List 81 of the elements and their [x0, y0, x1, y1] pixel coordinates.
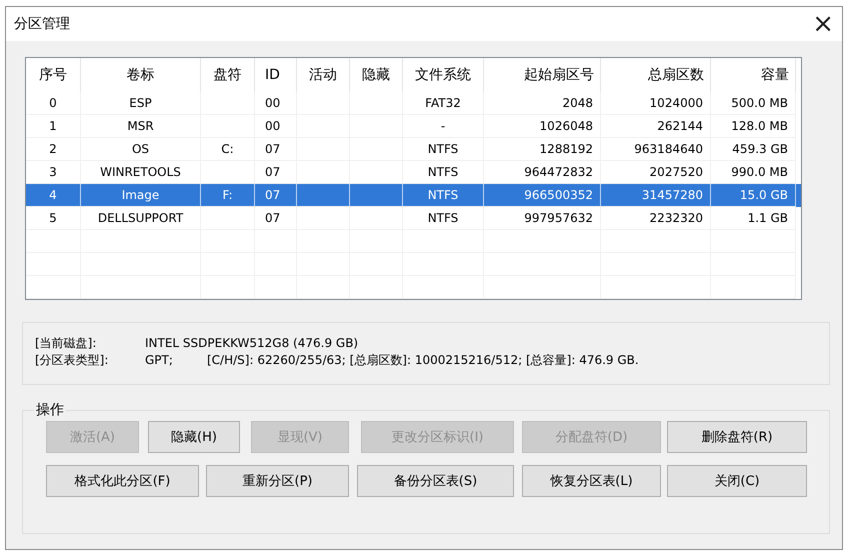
table-cell: - [440, 119, 446, 133]
table-cell: 128.0 MB [731, 119, 788, 133]
table-row[interactable]: 4 Image F: 07 NTFS 966500352 31457280 15.0 GB [26, 184, 801, 207]
action-button[interactable]: 备份分区表(S) [357, 465, 514, 497]
table-cell: WINRETOOLS [100, 165, 181, 179]
info-value: GPT; [145, 352, 174, 369]
table-cell: ESP [129, 96, 152, 110]
empty-cell [26, 276, 81, 299]
table-cell: 0 [49, 96, 57, 110]
empty-cell [26, 253, 81, 276]
empty-cell [201, 276, 255, 299]
table-cell: 00 [265, 96, 280, 110]
column-header[interactable]: ID [255, 58, 297, 92]
table-cell: NTFS [428, 165, 458, 179]
table-cell: 963184640 [634, 142, 703, 156]
info-label: [分区表类型]: [35, 352, 110, 369]
table-cell: MSR [127, 119, 154, 133]
table-cell: 2232320 [650, 211, 703, 225]
table-cell: 1024000 [650, 96, 703, 110]
table-cell: 964472832 [524, 165, 593, 179]
group-title: 操作 [35, 401, 65, 419]
action-button[interactable]: 恢复分区表(L) [522, 465, 661, 497]
column-header[interactable]: 起始扇区号 [484, 58, 601, 92]
empty-cell [297, 276, 350, 299]
empty-cell [255, 276, 297, 299]
action-button[interactable]: 格式化此分区(F) [46, 465, 199, 497]
column-header[interactable]: 活动 [297, 58, 350, 92]
table-cell: 07 [265, 188, 280, 202]
table-cell: 1.1 GB [748, 211, 788, 225]
column-header[interactable]: 盘符 [201, 58, 255, 92]
action-button[interactable]: 隐藏(H) [148, 421, 240, 453]
table-cell: 1026048 [540, 119, 593, 133]
table-row[interactable]: 5 DELLSUPPORT 07 NTFS 997957632 2232320 1.1 GB [26, 207, 801, 230]
table-cell: Image [122, 188, 160, 202]
column-header[interactable]: 总扇区数 [601, 58, 711, 92]
table-cell: 997957632 [524, 211, 593, 225]
table-cell: 3 [49, 165, 57, 179]
column-header[interactable]: 隐藏 [350, 58, 403, 92]
table-cell: 07 [265, 211, 280, 225]
column-header[interactable]: 文件系统 [403, 58, 484, 92]
table-cell: 5 [49, 211, 57, 225]
table-cell: 31457280 [642, 188, 703, 202]
empty-cell [26, 230, 81, 253]
table-cell: F: [222, 188, 232, 202]
table-cell: FAT32 [425, 96, 461, 110]
info-value: [C/H/S]: 62260/255/63; [总扇区数]: 1000215216/512; [总容量]: 476.9 GB. [207, 352, 639, 369]
table-cell: 07 [265, 165, 280, 179]
table-cell: 990.0 MB [731, 165, 788, 179]
table-cell: NTFS [428, 142, 458, 156]
table-row[interactable]: 2 OS C: 07 NTFS 1288192 963184640 459.3 GB [26, 138, 801, 161]
table-cell: 1288192 [540, 142, 593, 156]
table-cell: 00 [265, 119, 280, 133]
empty-cell [350, 276, 403, 299]
table-cell: OS [132, 142, 150, 156]
table-cell: 262144 [657, 119, 703, 133]
table-row[interactable]: 1 MSR 00 - 1026048 262144 128.0 MB [26, 115, 801, 138]
column-header[interactable]: 序号 [26, 58, 81, 92]
window-title: 分区管理 [14, 15, 70, 33]
table-row[interactable]: 0 ESP 00 FAT32 2048 1024000 500.0 MB [26, 92, 801, 115]
info-label: [当前磁盘]: [35, 335, 98, 352]
table-cell: 2048 [562, 96, 593, 110]
table-cell: 2 [49, 142, 57, 156]
table-cell: 2027520 [650, 165, 703, 179]
table-cell: 459.3 GB [732, 142, 788, 156]
action-button[interactable]: 关闭(C) [667, 465, 807, 497]
action-button[interactable]: 重新分区(P) [206, 465, 349, 497]
table-cell: NTFS [428, 211, 458, 225]
table-cell: 07 [265, 142, 280, 156]
table-cell: 15.0 GB [740, 188, 788, 202]
info-value: INTEL SSDPEKKW512G8 (476.9 GB) [145, 335, 358, 352]
table-cell: C: [221, 142, 234, 156]
table-cell: 966500352 [524, 188, 593, 202]
table-cell: 4 [49, 188, 57, 202]
column-header[interactable]: 容量 [711, 58, 796, 92]
table-cell: DELLSUPPORT [98, 211, 184, 225]
close-button[interactable]: × [804, 11, 842, 37]
action-button[interactable]: 删除盘符(R) [667, 421, 807, 453]
table-cell: 500.0 MB [731, 96, 788, 110]
column-header[interactable]: 卷标 [81, 58, 201, 92]
table-cell: NTFS [428, 188, 458, 202]
table-cell: 1 [49, 119, 57, 133]
